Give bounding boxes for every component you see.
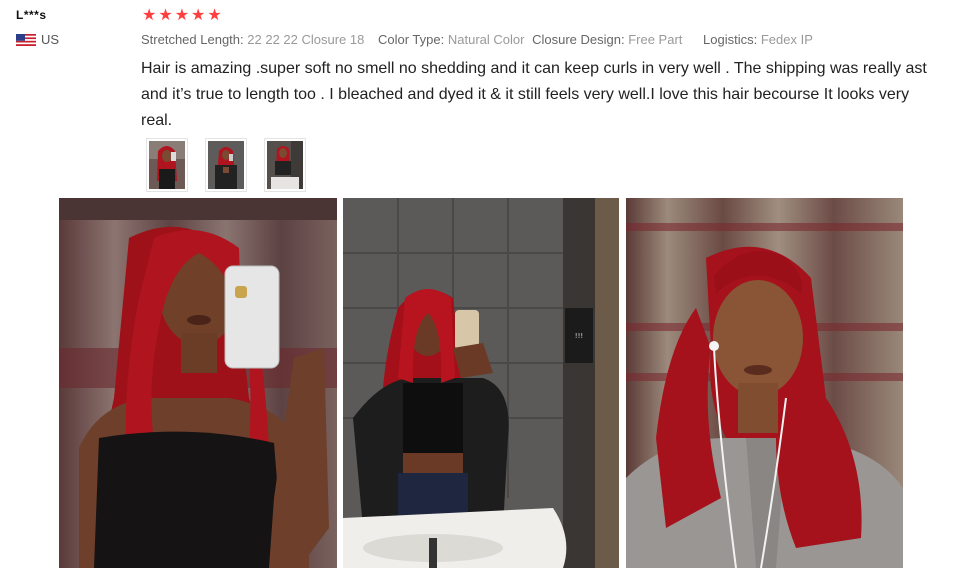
star-icon: ★: [207, 7, 222, 24]
attr-closure-design: Closure Design: Free Part: [532, 32, 683, 47]
photo-thumbnail[interactable]: [264, 138, 306, 192]
attr-logistics: Logistics: Fedex IP: [703, 32, 813, 47]
attr-color-type: Color Type: Natural Color: [377, 32, 525, 47]
svg-text:!!!: !!!: [575, 332, 583, 340]
us-flag-icon: [16, 33, 36, 46]
country-code: US: [41, 32, 60, 47]
attr-stretched-length: Stretched Length: 22 22 22 Closure 18: [141, 32, 365, 47]
product-attributes: Stretched Length: 22 22 22 Closure 18 Co…: [141, 32, 813, 47]
photo-thumbnail[interactable]: [205, 138, 247, 192]
photo-mirror-selfie-black-top[interactable]: [59, 198, 337, 568]
reviewer-info: L***s US: [16, 8, 59, 47]
star-icon: ★: [174, 7, 190, 24]
photo-thumbnail[interactable]: [146, 138, 188, 192]
photo-bathroom-mirror-jacket[interactable]: !!!: [343, 198, 619, 568]
review-text: Hair is amazing .super soft no smell no …: [141, 60, 927, 129]
reviewer-country: US: [16, 32, 59, 47]
rating-stars: ★ ★ ★ ★ ★: [142, 7, 222, 25]
reviewer-name: L***s: [16, 8, 47, 22]
photo-selfie-earphones[interactable]: [626, 198, 903, 568]
thumbnail-strip: [146, 138, 306, 192]
star-icon: ★: [158, 7, 173, 24]
star-icon: ★: [191, 7, 206, 24]
star-icon: ★: [142, 7, 157, 24]
